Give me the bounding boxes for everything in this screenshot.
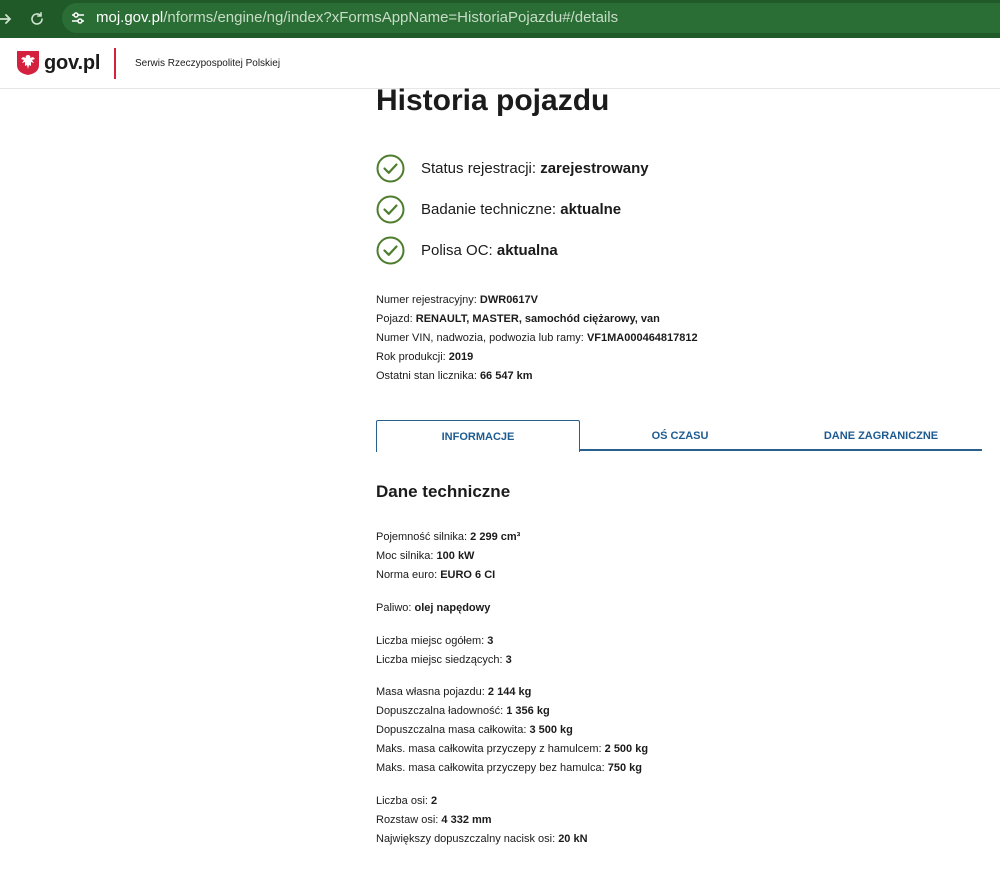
spec-label: Moc silnika:	[376, 550, 437, 562]
status-label: Badanie techniczne:	[421, 200, 561, 218]
tab-os-czasu[interactable]: OŚ CZASU	[580, 420, 780, 451]
info-label: Numer VIN, nadwozia, podwozia lub ramy:	[376, 332, 587, 344]
spec-line: Paliwo: olej napędowy	[376, 599, 490, 618]
spec-line: Norma euro: EURO 6 CI	[376, 566, 520, 585]
status-text: Status rejestracji: zarejestrowany	[421, 160, 649, 177]
info-registration-number: Numer rejestracyjny: DWR0617V	[376, 291, 698, 310]
status-value: zarejestrowany	[540, 159, 649, 177]
info-label: Ostatni stan licznika:	[376, 370, 480, 382]
spec-line: Maks. masa całkowita przyczepy z hamulce…	[376, 740, 648, 759]
spec-line: Maks. masa całkowita przyczepy bez hamul…	[376, 759, 648, 778]
info-vin: Numer VIN, nadwozia, podwozia lub ramy: …	[376, 329, 698, 348]
info-vehicle: Pojazd: RENAULT, MASTER, samochód ciężar…	[376, 310, 698, 329]
spec-label: Maks. masa całkowita przyczepy z hamulce…	[376, 743, 605, 755]
status-text: Polisa OC: aktualna	[421, 242, 558, 259]
tab-informacje[interactable]: INFORMACJE	[376, 420, 580, 452]
status-label: Status rejestracji:	[421, 159, 541, 177]
info-value: DWR0617V	[479, 294, 538, 306]
status-value: aktualna	[496, 241, 558, 259]
spec-label: Liczba osi:	[376, 795, 432, 807]
spec-label: Paliwo:	[376, 602, 415, 614]
status-inspection: Badanie techniczne: aktualne	[376, 194, 621, 224]
info-value: 66 547 km	[479, 370, 533, 382]
spec-label: Dopuszczalna ładowność:	[376, 705, 507, 717]
spec-value: 2 500 kg	[604, 743, 649, 755]
spec-group-mass: Masa własna pojazdu: 2 144 kg Dopuszczal…	[376, 683, 648, 778]
info-value: RENAULT, MASTER, samochód ciężarowy, van	[415, 313, 660, 325]
spec-label: Masa własna pojazdu:	[376, 686, 488, 698]
spec-label: Dopuszczalna masa całkowita:	[376, 724, 530, 736]
check-circle-icon	[376, 154, 405, 182]
spec-line: Dopuszczalna masa całkowita: 3 500 kg	[376, 721, 648, 740]
check-circle-icon	[376, 195, 405, 223]
info-label: Pojazd:	[376, 313, 416, 325]
info-odometer: Ostatni stan licznika: 66 547 km	[376, 367, 698, 386]
section-title: Dane techniczne	[376, 482, 511, 501]
info-label: Rok produkcji:	[376, 351, 449, 363]
spec-line: Liczba miejsc siedzących: 3	[376, 651, 512, 670]
tune-icon[interactable]	[69, 9, 87, 27]
url-host: moj.gov.pl	[96, 9, 164, 26]
spec-group-engine: Pojemność silnika: 2 299 cm³ Moc silnika…	[376, 528, 520, 585]
spec-group-fuel: Paliwo: olej napędowy	[376, 599, 490, 618]
tabs: INFORMACJE OŚ CZASU DANE ZAGRANICZNE	[376, 420, 982, 452]
spec-label: Pojemność silnika:	[376, 531, 471, 543]
gov-logo-text: gov.pl	[44, 51, 101, 74]
gov-logo[interactable]: gov.pl	[16, 50, 100, 76]
spec-value: 3 500 kg	[529, 724, 573, 736]
info-production-year: Rok produkcji: 2019	[376, 348, 698, 367]
spec-label: Liczba miejsc siedzących:	[376, 654, 506, 666]
status-insurance: Polisa OC: aktualna	[376, 235, 558, 265]
spec-value: 20 kN	[558, 833, 588, 845]
spec-line: Dopuszczalna ładowność: 1 356 kg	[376, 702, 648, 721]
info-value: 2019	[448, 351, 474, 363]
spec-group-axles: Liczba osi: 2 Rozstaw osi: 4 332 mm Najw…	[376, 792, 588, 849]
info-value: VF1MA000464817812	[586, 332, 698, 344]
address-bar[interactable]: moj.gov.pl/nforms/engine/ng/index?xForms…	[62, 3, 1000, 33]
check-circle-icon	[376, 236, 405, 264]
reload-icon[interactable]	[26, 8, 48, 30]
spec-value: EURO 6 CI	[440, 569, 496, 581]
spec-group-seats: Liczba miejsc ogółem: 3 Liczba miejsc si…	[376, 632, 512, 670]
spec-label: Największy dopuszczalny nacisk osi:	[376, 833, 559, 845]
spec-value: 3	[505, 654, 512, 666]
forward-arrow-icon[interactable]	[0, 8, 16, 30]
browser-toolbar: moj.gov.pl/nforms/engine/ng/index?xForms…	[0, 0, 1000, 38]
header-divider	[114, 48, 116, 79]
spec-value: 100 kW	[436, 550, 475, 562]
spec-line: Masa własna pojazdu: 2 144 kg	[376, 683, 648, 702]
spec-label: Rozstaw osi:	[376, 814, 442, 826]
spec-label: Liczba miejsc ogółem:	[376, 635, 488, 647]
spec-line: Moc silnika: 100 kW	[376, 547, 520, 566]
spec-value: 2	[431, 795, 438, 807]
page-title: Historia pojazdu	[376, 84, 610, 117]
info-label: Numer rejestracyjny:	[376, 294, 480, 306]
spec-value: 3	[487, 635, 494, 647]
spec-line: Największy dopuszczalny nacisk osi: 20 k…	[376, 830, 588, 849]
spec-line: Liczba miejsc ogółem: 3	[376, 632, 512, 651]
site-header: gov.pl Serwis Rzeczypospolitej Polskiej	[0, 38, 1000, 89]
status-text: Badanie techniczne: aktualne	[421, 201, 621, 218]
spec-label: Norma euro:	[376, 569, 441, 581]
spec-value: 1 356 kg	[506, 705, 550, 717]
spec-value: 4 332 mm	[441, 814, 492, 826]
spec-value: olej napędowy	[414, 602, 491, 614]
spec-label: Maks. masa całkowita przyczepy bez hamul…	[376, 762, 608, 774]
spec-value: 750 kg	[607, 762, 642, 774]
status-registration: Status rejestracji: zarejestrowany	[376, 153, 649, 183]
spec-value: 2 144 kg	[487, 686, 532, 698]
status-label: Polisa OC:	[421, 241, 497, 259]
spec-line: Rozstaw osi: 4 332 mm	[376, 811, 588, 830]
url-text: moj.gov.pl/nforms/engine/ng/index?xForms…	[96, 9, 618, 26]
spec-line: Liczba osi: 2	[376, 792, 588, 811]
status-value: aktualne	[560, 200, 622, 218]
tab-dane-zagraniczne[interactable]: DANE ZAGRANICZNE	[780, 420, 982, 451]
eagle-emblem-icon	[17, 51, 39, 75]
url-path: /nforms/engine/ng/index?xFormsAppName=Hi…	[163, 9, 619, 26]
spec-line: Pojemność silnika: 2 299 cm³	[376, 528, 520, 547]
spec-value: 2 299 cm³	[470, 531, 521, 543]
vehicle-info: Numer rejestracyjny: DWR0617V Pojazd: RE…	[376, 291, 698, 386]
service-name: Serwis Rzeczypospolitej Polskiej	[135, 58, 281, 69]
